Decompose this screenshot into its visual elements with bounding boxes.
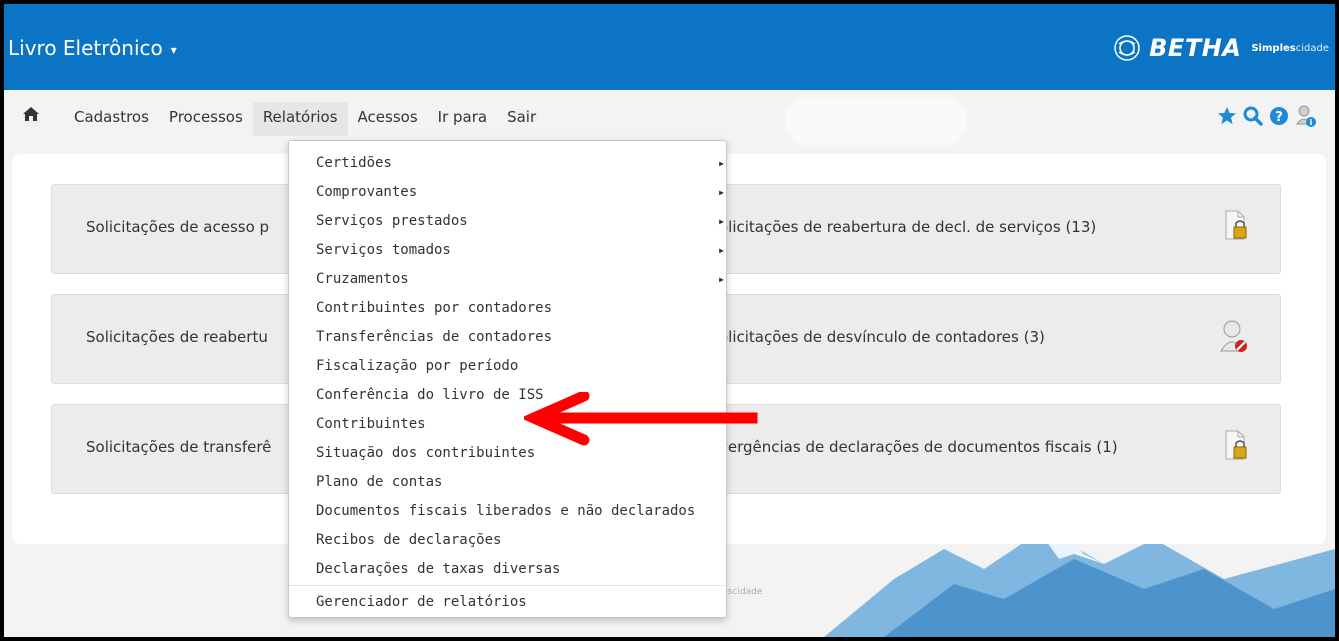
search-icon[interactable] <box>1243 106 1263 126</box>
chevron-right-icon: ▶ <box>719 188 724 197</box>
panel-link[interactable]: olicitações de desvínculo de contadores … <box>719 328 1045 346</box>
chevron-right-icon: ▶ <box>719 159 724 168</box>
menu-item-contribuintes-por-contadores[interactable]: Contribuintes por contadores <box>289 294 726 323</box>
nav-item-relatorios[interactable]: Relatórios <box>252 102 348 136</box>
panel-link[interactable]: Solicitações de reabertu <box>86 328 268 346</box>
nav-item-cadastros[interactable]: Cadastros <box>64 102 159 136</box>
nav-item-sair[interactable]: Sair <box>497 102 546 136</box>
chevron-right-icon: ▶ <box>719 246 724 255</box>
panel-link[interactable]: vergências de declarações de documentos … <box>719 438 1118 456</box>
menu-item-gerenciador-de-relatorios[interactable]: Gerenciador de relatórios <box>289 588 726 617</box>
brand-subtitle: Simplescidade <box>1251 43 1329 54</box>
chevron-right-icon: ▶ <box>719 275 724 284</box>
menu-item-fiscalizacao-por-periodo[interactable]: Fiscalização por período <box>289 352 726 381</box>
star-icon[interactable] <box>1217 106 1237 126</box>
app-title: Livro Eletrônico <box>8 36 163 60</box>
menu-item-comprovantes[interactable]: Comprovantes ▶ <box>289 178 726 207</box>
menu-item-plano-de-contas[interactable]: Plano de contas <box>289 468 726 497</box>
panel-link[interactable]: Solicitações de acesso p <box>86 218 269 236</box>
panel-link[interactable]: Solicitações de transferê <box>86 438 271 456</box>
menu-item-servicos-tomados[interactable]: Serviços tomados ▶ <box>289 236 726 265</box>
panel-link[interactable]: olicitações de reabertura de decl. de se… <box>719 218 1096 236</box>
home-icon[interactable] <box>22 106 40 126</box>
menu-item-label: Comprovantes <box>316 184 418 200</box>
menu-item-transferencias-de-contadores[interactable]: Transferências de contadores <box>289 323 726 352</box>
nav-item-processos[interactable]: Processos <box>159 102 253 136</box>
chevron-right-icon: ▶ <box>719 217 724 226</box>
locked-document-icon <box>1225 430 1247 460</box>
relatorios-dropdown: Certidões ▶ Comprovantes ▶ Serviços presta… <box>288 140 727 618</box>
main-nav: Cadastros Processos Relatórios Acessos I… <box>4 90 1335 146</box>
menu-divider <box>289 585 726 586</box>
app-window: Livro Eletrônico ▾ BETHA Simplescidade Ca… <box>4 4 1335 637</box>
menu-item-label: Cruzamentos <box>316 271 409 287</box>
nav-item-acessos[interactable]: Acessos <box>348 102 428 136</box>
betha-logo-icon <box>1114 35 1140 61</box>
brand-sub-bold: Simples <box>1251 42 1296 54</box>
user-info-icon[interactable]: i <box>1295 104 1317 128</box>
svg-text:?: ? <box>1275 110 1283 125</box>
menu-item-servicos-prestados[interactable]: Serviços prestados ▶ <box>289 207 726 236</box>
menu-item-cruzamentos[interactable]: Cruzamentos ▶ <box>289 265 726 294</box>
menu-item-recibos-de-declaracoes[interactable]: Recibos de declarações <box>289 526 726 555</box>
toolbar: ? i <box>1217 104 1317 128</box>
annotation-arrow-icon <box>524 392 758 446</box>
brand-sub-light: cidade <box>1295 42 1329 54</box>
menu-item-label: Serviços tomados <box>316 242 451 258</box>
nav-menu: Cadastros Processos Relatórios Acessos I… <box>64 102 546 136</box>
header-bar: Livro Eletrônico ▾ BETHA Simplescidade <box>4 4 1335 90</box>
brand-logo: BETHA Simplescidade <box>1113 34 1329 62</box>
menu-item-label: Certidões <box>316 155 392 171</box>
menu-item-certidoes[interactable]: Certidões ▶ <box>289 149 726 178</box>
nav-highlight <box>786 98 966 144</box>
svg-text:i: i <box>1310 118 1313 127</box>
locked-document-icon <box>1225 210 1247 240</box>
brand-name: BETHA <box>1149 34 1242 62</box>
menu-item-declaracoes-taxas-diversas[interactable]: Declarações de taxas diversas <box>289 555 726 584</box>
user-blocked-icon <box>1220 320 1247 352</box>
nav-item-ir-para[interactable]: Ir para <box>428 102 497 136</box>
menu-item-documentos-fiscais-liberados[interactable]: Documentos fiscais liberados e não decla… <box>289 497 726 526</box>
menu-item-label: Serviços prestados <box>316 213 468 229</box>
help-icon[interactable]: ? <box>1269 106 1289 126</box>
chevron-down-icon: ▾ <box>170 42 177 57</box>
app-title-menu[interactable]: Livro Eletrônico ▾ <box>8 36 177 60</box>
